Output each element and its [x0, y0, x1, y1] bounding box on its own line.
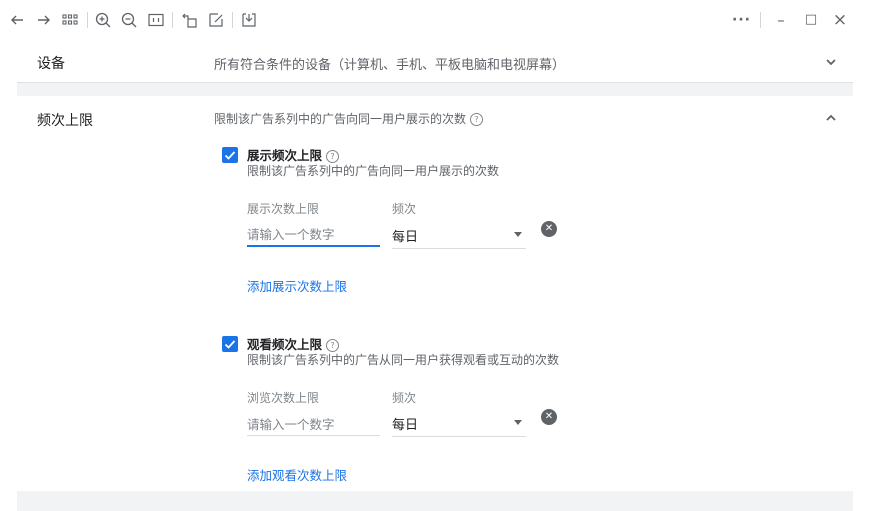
frequency-title: 频次上限: [37, 113, 93, 129]
remove-view-cap-icon[interactable]: ✕: [541, 409, 557, 425]
frequency-description-text: 限制该广告系列中的广告向同一用户展示的次数: [214, 112, 467, 126]
maximize-button[interactable]: □: [802, 11, 820, 29]
rotate-icon[interactable]: [180, 11, 198, 29]
close-button[interactable]: ×: [831, 11, 849, 29]
toolbar-divider: [232, 12, 233, 28]
frequency-cap-panel: 频次上限 限制该广告系列中的广告向同一用户展示的次数? 展示频次上限? 限制该广…: [17, 96, 853, 491]
remove-impression-cap-icon[interactable]: ✕: [541, 221, 557, 237]
view-frequency-value: 每日: [392, 418, 419, 433]
help-icon[interactable]: ?: [470, 113, 484, 126]
zoom-in-icon[interactable]: [94, 11, 112, 29]
view-cap-description: 限制该广告系列中的广告从同一用户获得观看或互动的次数: [247, 353, 560, 367]
device-title: 设备: [37, 56, 65, 72]
edit-icon[interactable]: [207, 11, 225, 29]
device-panel[interactable]: 设备 所有符合条件的设备（计算机、手机、平板电脑和电视屏幕）: [17, 40, 853, 83]
dropdown-arrow-icon: [514, 232, 522, 237]
save-icon[interactable]: [240, 11, 258, 29]
impression-cap-description: 限制该广告系列中的广告向同一用户展示的次数: [247, 164, 500, 178]
minimize-button[interactable]: –: [772, 11, 790, 29]
impression-frequency-label: 频次: [392, 202, 417, 216]
arrow-right-icon[interactable]: [35, 11, 53, 29]
toolbar-divider: [760, 12, 761, 28]
more-options-icon[interactable]: ···: [732, 11, 750, 29]
impression-frequency-value: 每日: [392, 230, 419, 245]
view-cap-checkbox[interactable]: [222, 336, 238, 352]
zoom-out-icon[interactable]: [120, 11, 138, 29]
view-cap-title-text: 观看频次上限: [247, 337, 323, 352]
viewer-toolbar: ··· – □ ×: [0, 0, 869, 40]
chevron-down-icon[interactable]: [823, 54, 839, 70]
impression-cap-title-text: 展示频次上限: [247, 148, 323, 163]
impression-count-label: 展示次数上限: [247, 202, 320, 216]
view-count-label: 浏览次数上限: [247, 391, 320, 405]
device-description: 所有符合条件的设备（计算机、手机、平板电脑和电视屏幕）: [214, 58, 566, 73]
grid-icon[interactable]: [61, 11, 79, 29]
frequency-description: 限制该广告系列中的广告向同一用户展示的次数?: [214, 110, 484, 127]
add-impression-cap-link[interactable]: 添加展示次数上限: [247, 276, 347, 295]
toolbar-divider: [172, 12, 173, 28]
impression-cap-checkbox[interactable]: [222, 147, 238, 163]
impression-count-input[interactable]: [247, 223, 380, 247]
view-frequency-label: 频次: [392, 391, 417, 405]
add-view-cap-link[interactable]: 添加观看次数上限: [247, 465, 347, 484]
view-count-input[interactable]: [247, 413, 380, 436]
dropdown-arrow-icon: [514, 420, 522, 425]
toolbar-divider: [87, 12, 88, 28]
view-frequency-select[interactable]: 每日: [392, 414, 526, 437]
impression-frequency-select[interactable]: 每日: [392, 226, 526, 249]
fit-screen-icon[interactable]: [147, 11, 165, 29]
arrow-left-icon[interactable]: [8, 11, 26, 29]
chevron-up-icon[interactable]: [823, 110, 839, 126]
